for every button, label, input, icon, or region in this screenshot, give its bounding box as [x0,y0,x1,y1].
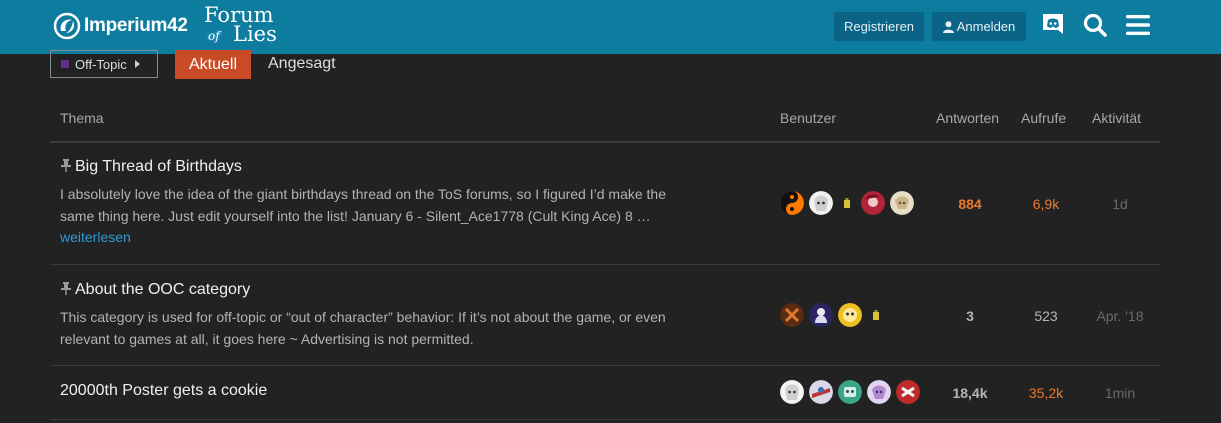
reply-count[interactable]: 18,4k [935,385,1005,401]
topic-excerpt: This category is used for off-topic or “… [60,306,730,350]
tab-angesagt[interactable]: Angesagt [268,55,336,73]
topic-title: 20000th Poster gets a cookie [60,382,268,399]
poster-avatars [780,303,890,327]
login-button[interactable]: Anmelden [932,12,1026,41]
avatar[interactable] [890,191,914,215]
table-row: 20000th Poster gets a cookie 18,4k 35,2k… [0,366,1221,419]
avatar[interactable] [809,380,833,404]
column-header-aufrufe[interactable]: Aufrufe [1021,110,1066,126]
forum-of-lies-logo[interactable]: Forum of Lies [204,4,290,46]
tab-aktuell[interactable]: Aktuell [175,50,251,79]
pin-icon [61,282,71,295]
flair-icon [873,310,879,320]
brand-name: Imperium42 [84,15,188,36]
avatar[interactable] [780,303,804,327]
avatar[interactable] [867,380,891,404]
column-header-benutzer: Benutzer [780,110,837,126]
discord-icon[interactable] [1040,12,1066,38]
category-color-badge [61,60,69,68]
row-divider [50,419,1160,420]
excerpt-line: This category is used for off-topic or “… [60,309,666,325]
view-count: 35,2k [1028,385,1064,401]
avatar[interactable] [809,191,833,215]
activity-time[interactable]: Apr. '18 [1085,308,1155,324]
avatar[interactable] [809,303,833,327]
read-more-link[interactable]: weiterlesen [60,229,131,245]
tab-angesagt-label: Angesagt [268,55,336,72]
topic-title: About the OOC category [75,281,251,298]
poster-avatars [780,191,919,215]
register-button[interactable]: Registrieren [834,12,924,41]
forum-logo-line2: Lies [233,22,277,46]
avatar[interactable] [780,191,804,215]
search-icon[interactable] [1082,12,1108,38]
topic-title-link[interactable]: Big Thread of Birthdays [60,158,242,176]
column-header-antworten[interactable]: Antworten [936,110,999,126]
avatar[interactable] [780,380,804,404]
poster-avatars [780,380,925,404]
user-icon [942,20,954,33]
avatar[interactable] [896,380,920,404]
excerpt-line: I absolutely love the idea of the giant … [60,186,666,202]
reply-count[interactable]: 884 [935,196,1005,212]
caret-right-icon [134,60,140,68]
excerpt-line: relevant to games at all, it goes here ~… [60,331,474,347]
pin-icon [61,159,71,172]
column-header-aktivitaet[interactable]: Aktivität [1092,110,1141,126]
topic-title-link[interactable]: About the OOC category [60,281,250,299]
site-header: Imperium42 Forum of Lies Registrieren An… [0,0,1221,54]
view-count: 523 [1034,308,1058,324]
reply-count[interactable]: 3 [935,308,1005,324]
forum-logo-of: of [208,29,220,43]
category-label: Off-Topic [75,56,127,72]
category-dropdown[interactable]: Off-Topic [50,50,158,78]
avatar[interactable] [838,380,862,404]
register-label: Registrieren [843,19,915,34]
activity-time[interactable]: 1min [1085,385,1155,401]
topic-excerpt: I absolutely love the idea of the giant … [60,183,730,227]
topic-title: Big Thread of Birthdays [75,158,242,175]
brand-logo[interactable]: Imperium42 [52,10,188,42]
excerpt-line: same thing here. Just edit yourself into… [60,208,651,224]
menu-icon[interactable] [1125,12,1151,38]
view-count: 6,9k [1032,196,1060,212]
topic-title-link[interactable]: 20000th Poster gets a cookie [60,382,267,400]
flair-icon [844,198,850,208]
column-header-thema[interactable]: Thema [60,110,104,126]
tab-aktuell-label: Aktuell [188,55,238,73]
avatar[interactable] [861,191,885,215]
imperium-logo-icon [53,12,81,40]
activity-time[interactable]: 1d [1085,196,1155,212]
login-label: Anmelden [956,19,1016,34]
table-row: About the OOC category This category is … [0,265,1221,365]
avatar[interactable] [838,303,862,327]
table-row: Big Thread of Birthdays I absolutely lov… [0,143,1221,264]
